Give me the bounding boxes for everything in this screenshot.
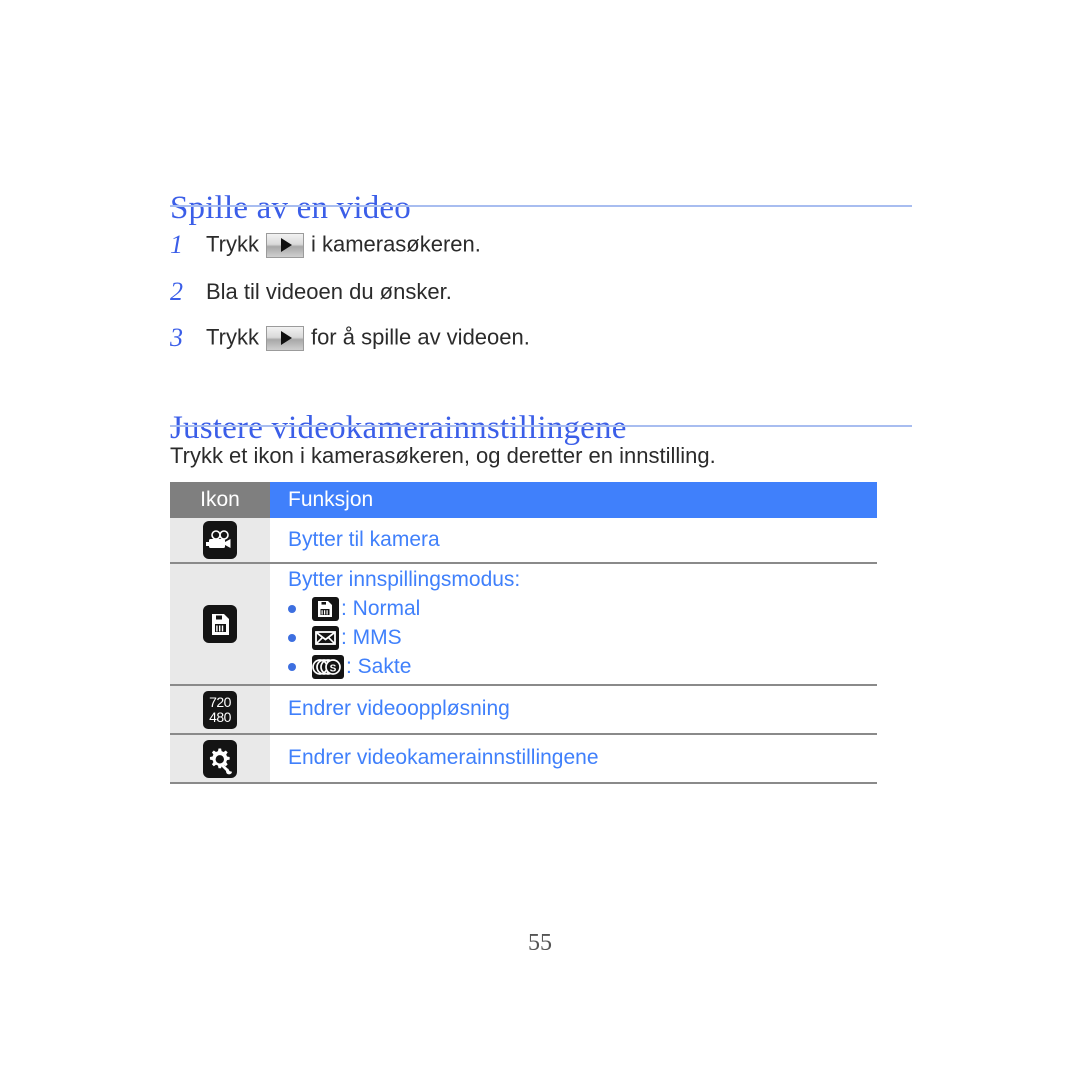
mode-label: : MMS	[341, 626, 402, 650]
list-item: : MMS	[288, 624, 877, 653]
play-icon[interactable]	[265, 325, 304, 351]
column-header-function: Funksjon	[270, 482, 877, 518]
mms-envelope-icon	[312, 626, 339, 651]
table-cell-function: Bytter innspillingsmodus:: Normal: MMS…	[270, 564, 877, 686]
step-text: Bla til videoen du ønsker.	[206, 279, 452, 304]
heading-divider	[170, 205, 912, 207]
recording-mode-icon	[203, 605, 237, 643]
step-text-after: i kamerasøkeren.	[310, 230, 481, 256]
table-cell-function: Endrer videokamerainnstillingene	[270, 735, 877, 784]
page-title: Spille av en video	[170, 190, 411, 227]
list-item: : Normal	[288, 595, 877, 624]
function-label: Endrer videokamerainnstillingene	[288, 746, 599, 770]
step-text: Trykk i kamerasøkeren.	[206, 230, 481, 258]
mode-list: : Normal : MMS S: Sakte	[288, 595, 877, 682]
table-cell-icon	[170, 564, 270, 686]
table-cell-function: Endrer videooppløsning	[270, 686, 877, 735]
step-text: Trykk for å spille av videoen.	[206, 323, 530, 351]
table-cell-icon	[170, 518, 270, 564]
bullet-dot	[288, 634, 296, 643]
function-label: Bytter til kamera	[288, 527, 440, 551]
bullet-dot	[288, 605, 296, 614]
table-cell-icon	[170, 735, 270, 784]
document-page: Spille av en video 1 Trykk i kamerasøkere…	[0, 0, 1080, 1080]
table-cell-icon: 720 480	[170, 686, 270, 735]
list-item: S : Sakte	[288, 653, 877, 682]
resolution-height: 480	[209, 708, 231, 725]
table-row: Bytter til kamera	[170, 518, 877, 564]
table-cell-function: Bytter til kamera	[270, 518, 877, 564]
section-intro-text: Trykk et ikon i kamerasøkeren, og derett…	[170, 443, 716, 468]
mode-label: : Sakte	[346, 655, 412, 679]
function-label: Endrer videooppløsning	[288, 697, 510, 721]
column-header-icon: Ikon	[170, 482, 270, 518]
mode-label: : Normal	[341, 597, 421, 621]
table-header-row: Ikon Funksjon	[170, 482, 877, 518]
step-text-before: Trykk	[206, 230, 259, 256]
step-text-before: Trykk	[206, 323, 259, 349]
list-item: 3 Trykk for å spille av videoen.	[170, 321, 912, 355]
step-text-after: for å spille av videoen.	[310, 323, 530, 349]
slow-motion-icon: S	[312, 655, 344, 680]
heading-divider	[170, 425, 912, 427]
section-title: Justere videokamerainnstillingene	[170, 410, 627, 447]
video-resolution-icon: 720 480	[203, 690, 237, 729]
list-item: 2 Bla til videoen du ønsker.	[170, 275, 912, 309]
list-item: 1 Trykk i kamerasøkeren.	[170, 228, 912, 262]
normal-mode-icon	[312, 597, 339, 622]
svg-text:S: S	[330, 664, 337, 675]
table-row: Endrer videokamerainnstillingene	[170, 735, 877, 784]
function-label: Bytter innspillingsmodus:	[288, 568, 521, 592]
step-number: 1	[170, 230, 183, 259]
bullet-dot	[288, 663, 296, 672]
table-row: Bytter innspillingsmodus:: Normal: MMS…	[170, 564, 877, 686]
table-row: 720 480 Endrer videooppløsning	[170, 686, 877, 735]
resolution-width: 720	[209, 693, 231, 710]
play-icon[interactable]	[265, 232, 304, 258]
step-number: 3	[170, 323, 183, 352]
camcorder-settings-icon	[203, 739, 237, 778]
video-camera-icon	[203, 521, 237, 559]
icon-function-table: Ikon Funksjon Bytter til kamera Bytter i…	[170, 482, 877, 784]
page-number: 55	[528, 930, 552, 956]
step-number: 2	[170, 277, 183, 306]
